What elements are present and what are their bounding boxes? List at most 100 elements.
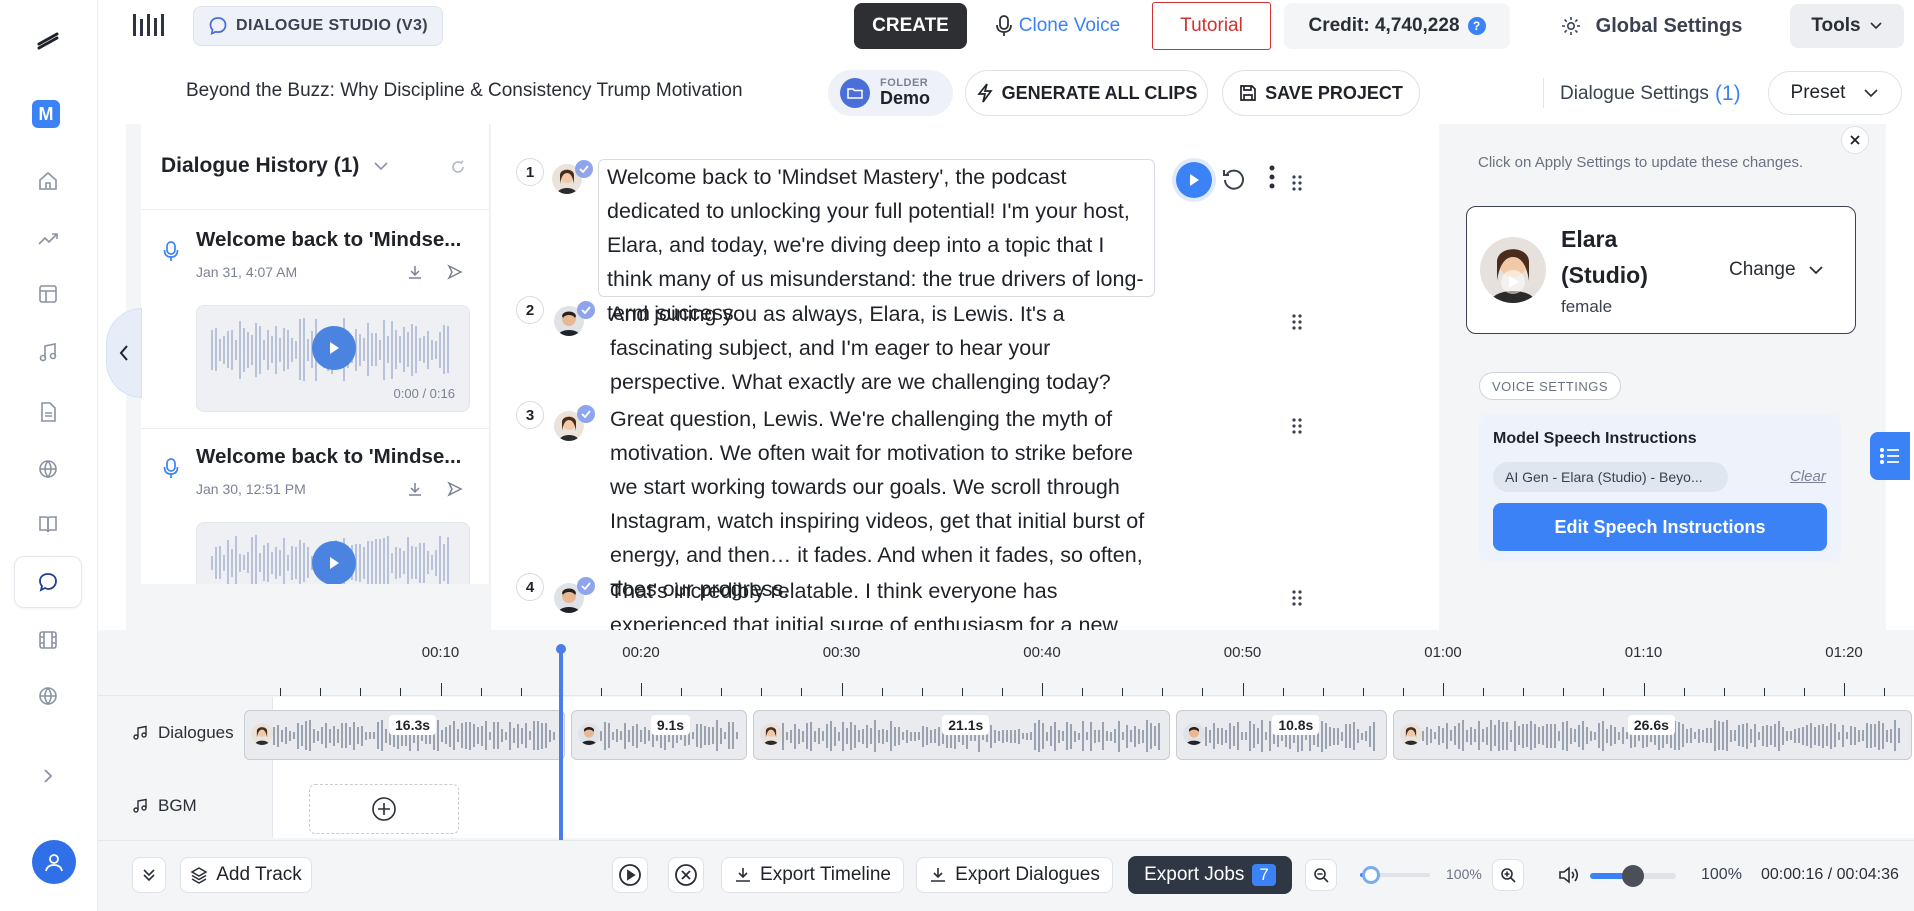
wave-bar: [1517, 726, 1520, 745]
preset-dropdown[interactable]: Preset: [1768, 71, 1902, 115]
dialogue-clip[interactable]: 16.3s: [244, 710, 565, 760]
stop-timeline-button[interactable]: [668, 857, 704, 893]
play-button[interactable]: [312, 326, 356, 370]
audio-bars-icon[interactable]: [130, 8, 172, 42]
dialogue-icon[interactable]: [14, 556, 82, 608]
wave-bar: [445, 727, 447, 744]
wave-bar: [473, 724, 475, 747]
wave-bar: [699, 723, 702, 748]
history-item[interactable]: Welcome back to 'Mindse... Jan 31, 4:07 …: [141, 210, 490, 428]
wave-bar: [1054, 721, 1057, 751]
project-title[interactable]: Beyond the Buzz: Why Discipline & Consis…: [186, 80, 826, 106]
global-settings-button[interactable]: Global Settings: [1545, 3, 1757, 49]
export-dialogues-button[interactable]: Export Dialogues: [916, 857, 1113, 893]
download-icon[interactable]: [407, 264, 423, 280]
book-icon[interactable]: [14, 498, 82, 550]
drag-handle-icon[interactable]: [1291, 313, 1303, 331]
dialogue-clip[interactable]: 10.8s: [1176, 710, 1387, 760]
export-jobs-button[interactable]: Export Jobs 7: [1128, 856, 1292, 894]
wave-bar: [842, 721, 845, 751]
tools-menu[interactable]: Tools: [1790, 4, 1904, 48]
create-button[interactable]: CREATE: [854, 3, 967, 49]
globe-alt-icon[interactable]: [14, 670, 82, 722]
zoom-knob[interactable]: [1361, 866, 1380, 884]
collapse-timeline-button[interactable]: [132, 857, 166, 893]
logo-icon[interactable]: [33, 28, 63, 52]
add-track-button[interactable]: Add Track: [180, 857, 312, 893]
zoom-in-button[interactable]: [1492, 859, 1524, 891]
add-bgm-slot[interactable]: [309, 784, 459, 834]
play-timeline-button[interactable]: [612, 857, 648, 893]
gear-icon: [1561, 17, 1580, 35]
drag-handle-icon[interactable]: [1291, 174, 1303, 192]
generate-all-clips-button[interactable]: GENERATE ALL CLIPS: [965, 70, 1208, 116]
volume-knob[interactable]: [1622, 865, 1644, 887]
wave-bar: [1102, 722, 1105, 750]
drag-handle-icon[interactable]: [1291, 417, 1303, 435]
wave-bar: [435, 340, 437, 359]
download-icon[interactable]: [407, 481, 423, 497]
volume-slider[interactable]: [1590, 865, 1676, 887]
send-icon[interactable]: [447, 481, 463, 497]
history-item-time: 0:00 / 0:16: [393, 386, 455, 401]
chevron-down-icon: [1864, 89, 1879, 98]
line-text[interactable]: That's incredibly relatable. I think eve…: [610, 574, 1150, 630]
clone-voice-button[interactable]: Clone Voice: [985, 3, 1130, 49]
wave-bar: [1014, 729, 1017, 743]
playhead[interactable]: [555, 644, 566, 842]
history-item[interactable]: Welcome back to 'Mindse... Jan 30, 12:51…: [141, 429, 490, 584]
dialogue-clip[interactable]: 9.1s: [570, 710, 748, 760]
export-timeline-button[interactable]: Export Timeline: [721, 857, 904, 893]
voice-avatar[interactable]: [1480, 237, 1546, 303]
dialogue-clip[interactable]: 26.6s: [1392, 710, 1912, 760]
help-icon[interactable]: ?: [1467, 17, 1486, 35]
trending-icon[interactable]: [14, 213, 82, 265]
drag-handle-icon[interactable]: [1291, 589, 1303, 607]
zoom-out-button[interactable]: [1305, 859, 1337, 891]
chevron-down-icon[interactable]: [373, 161, 389, 171]
layout-icon[interactable]: [14, 268, 82, 320]
wave-bar: [627, 729, 630, 742]
more-icon[interactable]: [1268, 164, 1276, 190]
expand-rail-icon[interactable]: [36, 764, 60, 788]
wave-bar: [1146, 720, 1149, 752]
user-icon[interactable]: [32, 840, 76, 884]
refresh-icon[interactable]: [447, 156, 469, 178]
home-icon[interactable]: [14, 155, 82, 207]
wave-bar: [794, 723, 797, 749]
wave-bar: [643, 727, 646, 744]
clear-link[interactable]: Clear: [1790, 468, 1826, 485]
zoom-out-icon: [1314, 868, 1329, 883]
play-line-button[interactable]: [1176, 162, 1212, 198]
line-text[interactable]: And joining you as always, Elara, is Lew…: [610, 297, 1150, 399]
document-icon[interactable]: [14, 386, 82, 438]
workspace-avatar[interactable]: M: [32, 100, 60, 128]
globe-icon[interactable]: [14, 443, 82, 495]
wave-bar: [623, 722, 626, 749]
wave-bar: [1078, 732, 1081, 740]
play-button[interactable]: [312, 541, 356, 584]
music-icon[interactable]: [14, 326, 82, 378]
volume-icon[interactable]: [1558, 865, 1580, 885]
regenerate-icon[interactable]: [1221, 166, 1247, 192]
edit-speech-instructions-button[interactable]: Edit Speech Instructions: [1493, 503, 1827, 551]
send-icon[interactable]: [447, 264, 463, 280]
wave-bar: [1265, 732, 1268, 740]
dialogue-clip[interactable]: 21.1s: [753, 710, 1171, 760]
voice-settings-tag[interactable]: VOICE SETTINGS: [1479, 372, 1622, 400]
film-icon[interactable]: [14, 614, 82, 666]
list-panel-icon[interactable]: [1870, 432, 1910, 480]
dialogue-settings-label: Dialogue Settings: [1560, 83, 1709, 104]
wave-bar: [1126, 724, 1129, 748]
collapse-history-tab[interactable]: [106, 308, 142, 398]
folder-selector[interactable]: FOLDER Demo: [828, 70, 953, 116]
tutorial-button[interactable]: Tutorial: [1152, 2, 1271, 50]
wave-bar: [219, 546, 221, 579]
save-project-button[interactable]: SAVE PROJECT: [1222, 70, 1420, 116]
change-voice-button[interactable]: Change: [1729, 259, 1824, 281]
zoom-slider[interactable]: [1360, 866, 1430, 884]
wave-bar: [215, 328, 217, 371]
wave-bar: [291, 545, 293, 580]
speech-instruction-chip[interactable]: AI Gen - Elara (Studio) - Beyo...: [1493, 462, 1728, 492]
close-icon[interactable]: [1841, 126, 1869, 154]
